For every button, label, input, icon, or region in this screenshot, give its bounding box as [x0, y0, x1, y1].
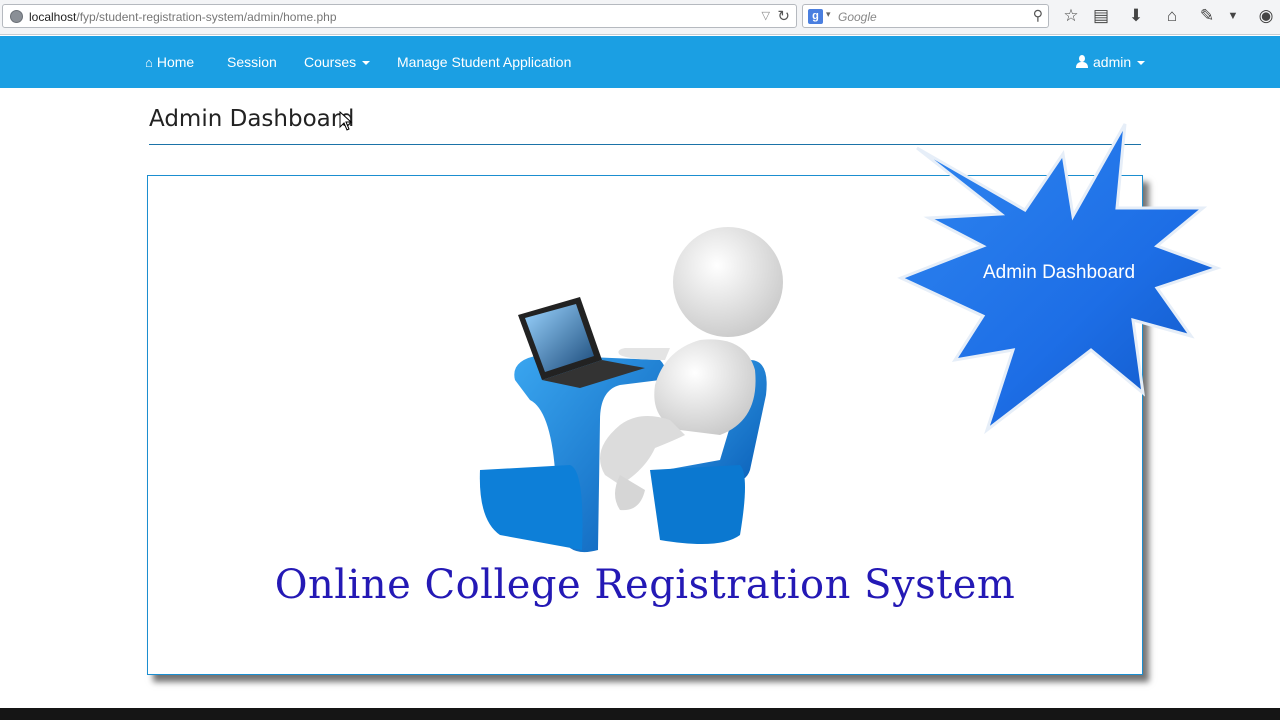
user-menu-label: admin	[1093, 54, 1132, 70]
home-icon[interactable]: ⌂	[1161, 5, 1183, 27]
search-bar[interactable]: g ▾ Google ⚲	[802, 4, 1049, 28]
nav-courses[interactable]: Courses	[304, 36, 371, 88]
user-icon	[1076, 55, 1088, 68]
search-icon[interactable]: ⚲	[1033, 7, 1043, 24]
browser-toolbar: localhost/fyp/student-registration-syste…	[0, 0, 1280, 35]
google-icon[interactable]: g	[808, 9, 823, 24]
search-engine-dropdown-icon[interactable]: ▾	[826, 9, 831, 20]
globe-icon	[10, 10, 23, 23]
history-dropdown-icon[interactable]: ▽	[762, 9, 770, 22]
bookmark-star-icon[interactable]: ☆	[1060, 5, 1082, 27]
mouse-cursor-icon	[339, 111, 353, 131]
addon-icon[interactable]: ✎	[1196, 5, 1218, 27]
starburst-label: Admin Dashboard	[982, 262, 1136, 283]
search-placeholder: Google	[838, 10, 877, 24]
nav-manage-student-application[interactable]: Manage Student Application	[397, 36, 571, 88]
address-bar[interactable]: localhost/fyp/student-registration-syste…	[2, 4, 797, 28]
user-menu[interactable]: admin	[1076, 36, 1146, 88]
bookmarks-list-icon[interactable]: ▤	[1090, 5, 1112, 27]
chevron-down-icon	[362, 61, 371, 66]
nav-home[interactable]: ⌂ Home	[145, 36, 194, 88]
home-icon: ⌂	[145, 55, 153, 70]
nav-courses-label: Courses	[304, 54, 357, 70]
nav-session[interactable]: Session	[227, 36, 277, 88]
student-laptop-illustration	[479, 227, 783, 553]
profile-icon[interactable]: ◉	[1255, 5, 1277, 27]
hero-caption: Online College Registration System	[274, 562, 1016, 608]
main-navbar: ⌂ Home Session Courses Manage Student App…	[0, 36, 1280, 88]
nav-home-label: Home	[156, 54, 195, 70]
menu-dropdown-icon[interactable]: ▼	[1222, 5, 1244, 27]
reload-icon[interactable]: ↻	[777, 7, 790, 25]
download-icon[interactable]: ⬇	[1125, 5, 1147, 27]
page-title: Admin Dashboard	[149, 106, 355, 132]
screen-bottom-edge	[0, 708, 1280, 720]
chevron-down-icon	[1137, 61, 1146, 66]
address-url: localhost/fyp/student-registration-syste…	[29, 10, 337, 24]
